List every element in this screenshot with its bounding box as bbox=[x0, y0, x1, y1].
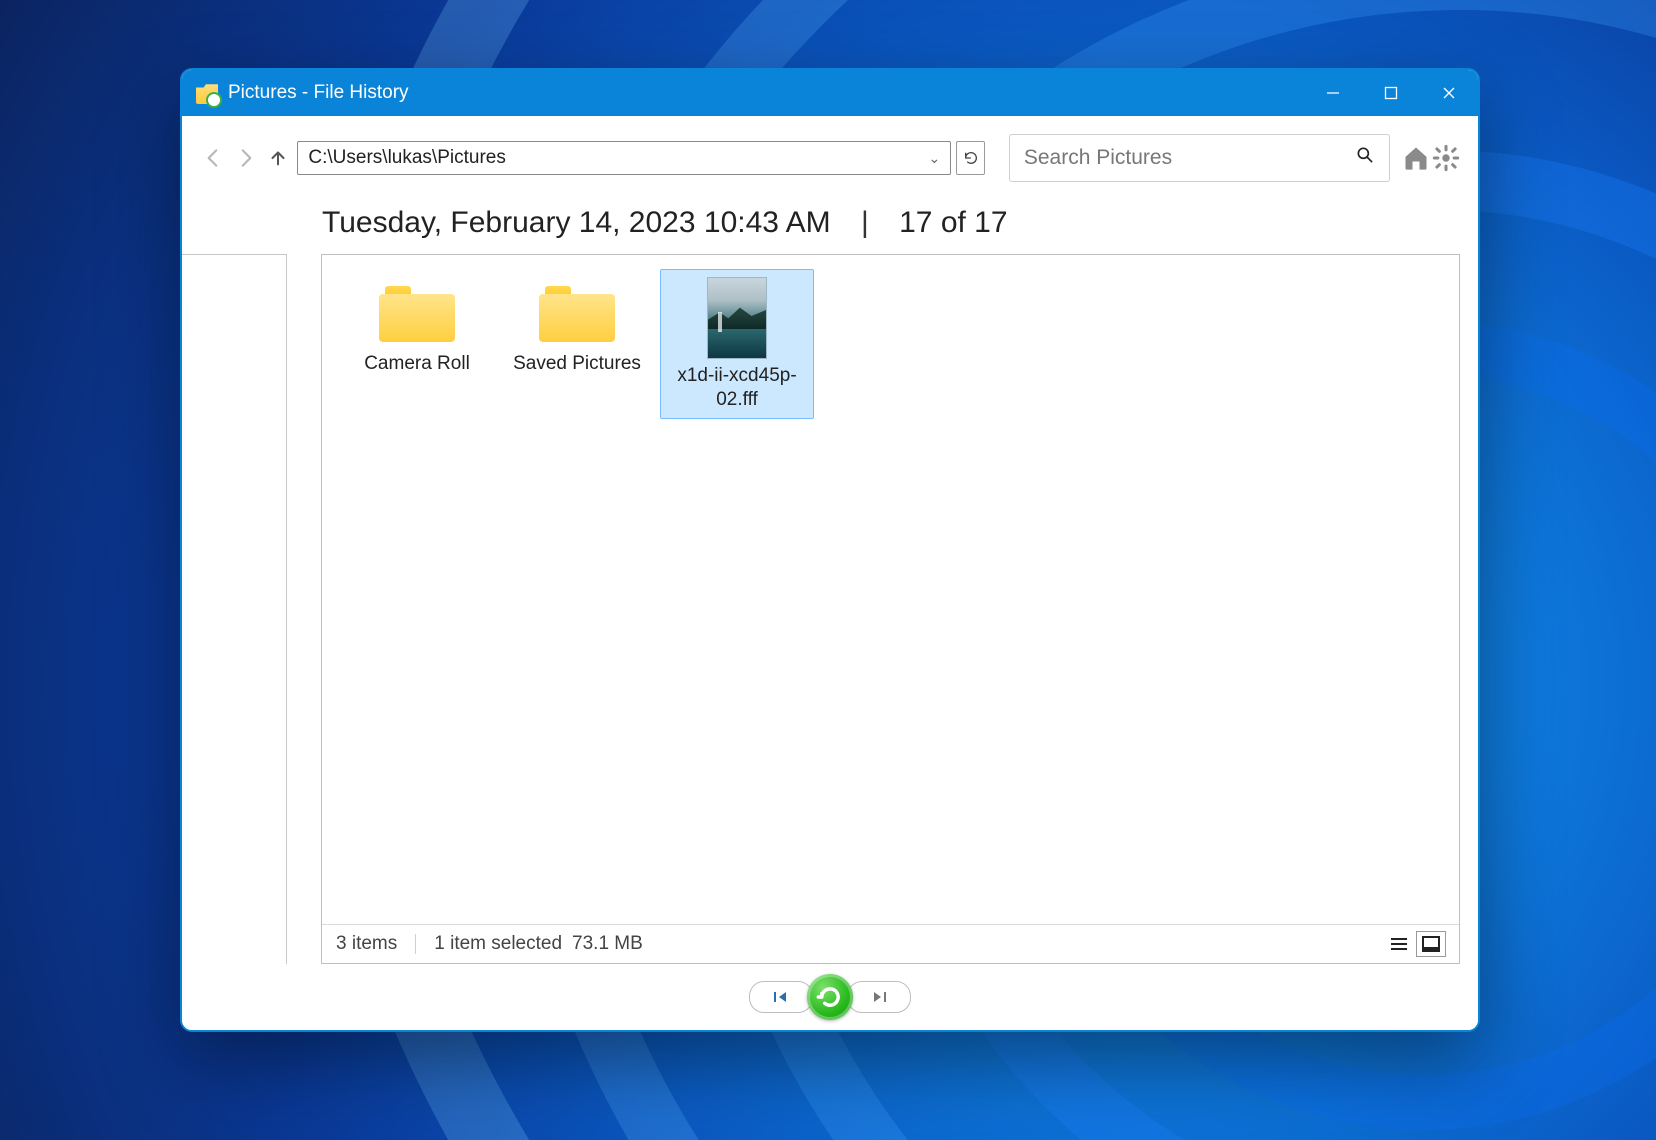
close-button[interactable] bbox=[1420, 70, 1478, 116]
folder-icon bbox=[533, 276, 621, 348]
maximize-button[interactable] bbox=[1362, 70, 1420, 116]
forward-button[interactable] bbox=[232, 143, 258, 173]
thumbnails-view-button[interactable] bbox=[1417, 932, 1445, 956]
version-timestamp: Tuesday, February 14, 2023 10:43 AM bbox=[322, 206, 831, 239]
file-item[interactable]: x1d-ii-xcd45p-02.fff bbox=[660, 269, 814, 419]
history-controls bbox=[182, 964, 1478, 1030]
address-dropdown-icon[interactable]: ⌄ bbox=[924, 150, 944, 167]
details-view-button[interactable] bbox=[1385, 932, 1413, 956]
title-bar[interactable]: Pictures - File History bbox=[182, 70, 1478, 116]
file-history-window: Pictures - File History C:\Users\lukas\P… bbox=[180, 68, 1480, 1032]
item-label: Camera Roll bbox=[364, 352, 470, 376]
window-title: Pictures - File History bbox=[228, 82, 409, 104]
previous-version-button[interactable] bbox=[749, 981, 813, 1013]
restore-button[interactable] bbox=[807, 974, 853, 1020]
folder-icon bbox=[373, 276, 461, 348]
selection-count: 1 item selected bbox=[434, 933, 562, 955]
item-label: Saved Pictures bbox=[513, 352, 641, 376]
item-label: x1d-ii-xcd45p-02.fff bbox=[665, 364, 809, 412]
back-button[interactable] bbox=[200, 143, 226, 173]
search-placeholder: Search Pictures bbox=[1024, 146, 1355, 170]
version-position: 17 of 17 bbox=[899, 206, 1007, 239]
refresh-button[interactable] bbox=[956, 141, 984, 175]
folder-item[interactable]: Saved Pictures bbox=[500, 269, 654, 419]
search-icon bbox=[1355, 145, 1375, 171]
folder-view: Camera Roll Saved Pictures x1d-ii-xcd45p-0… bbox=[321, 254, 1460, 964]
home-button[interactable] bbox=[1402, 144, 1430, 172]
search-box[interactable]: Search Pictures bbox=[1009, 134, 1390, 182]
navigation-pane[interactable] bbox=[182, 254, 287, 964]
minimize-button[interactable] bbox=[1304, 70, 1362, 116]
selection-size: 73.1 MB bbox=[572, 933, 643, 955]
up-button[interactable] bbox=[265, 143, 291, 173]
item-count: 3 items bbox=[336, 933, 397, 955]
version-heading: Tuesday, February 14, 2023 10:43 AM | 17… bbox=[182, 186, 1478, 254]
address-bar[interactable]: C:\Users\lukas\Pictures ⌄ bbox=[297, 141, 951, 175]
file-history-icon bbox=[196, 82, 218, 104]
icon-grid[interactable]: Camera Roll Saved Pictures x1d-ii-xcd45p-0… bbox=[322, 255, 1459, 924]
settings-button[interactable] bbox=[1432, 144, 1460, 172]
address-path: C:\Users\lukas\Pictures bbox=[308, 147, 924, 169]
next-version-button[interactable] bbox=[847, 981, 911, 1013]
image-thumbnail-icon bbox=[693, 276, 781, 360]
navigation-toolbar: C:\Users\lukas\Pictures ⌄ Search Picture… bbox=[182, 116, 1478, 186]
status-bar: 3 items 1 item selected 73.1 MB bbox=[322, 924, 1459, 963]
folder-item[interactable]: Camera Roll bbox=[340, 269, 494, 419]
